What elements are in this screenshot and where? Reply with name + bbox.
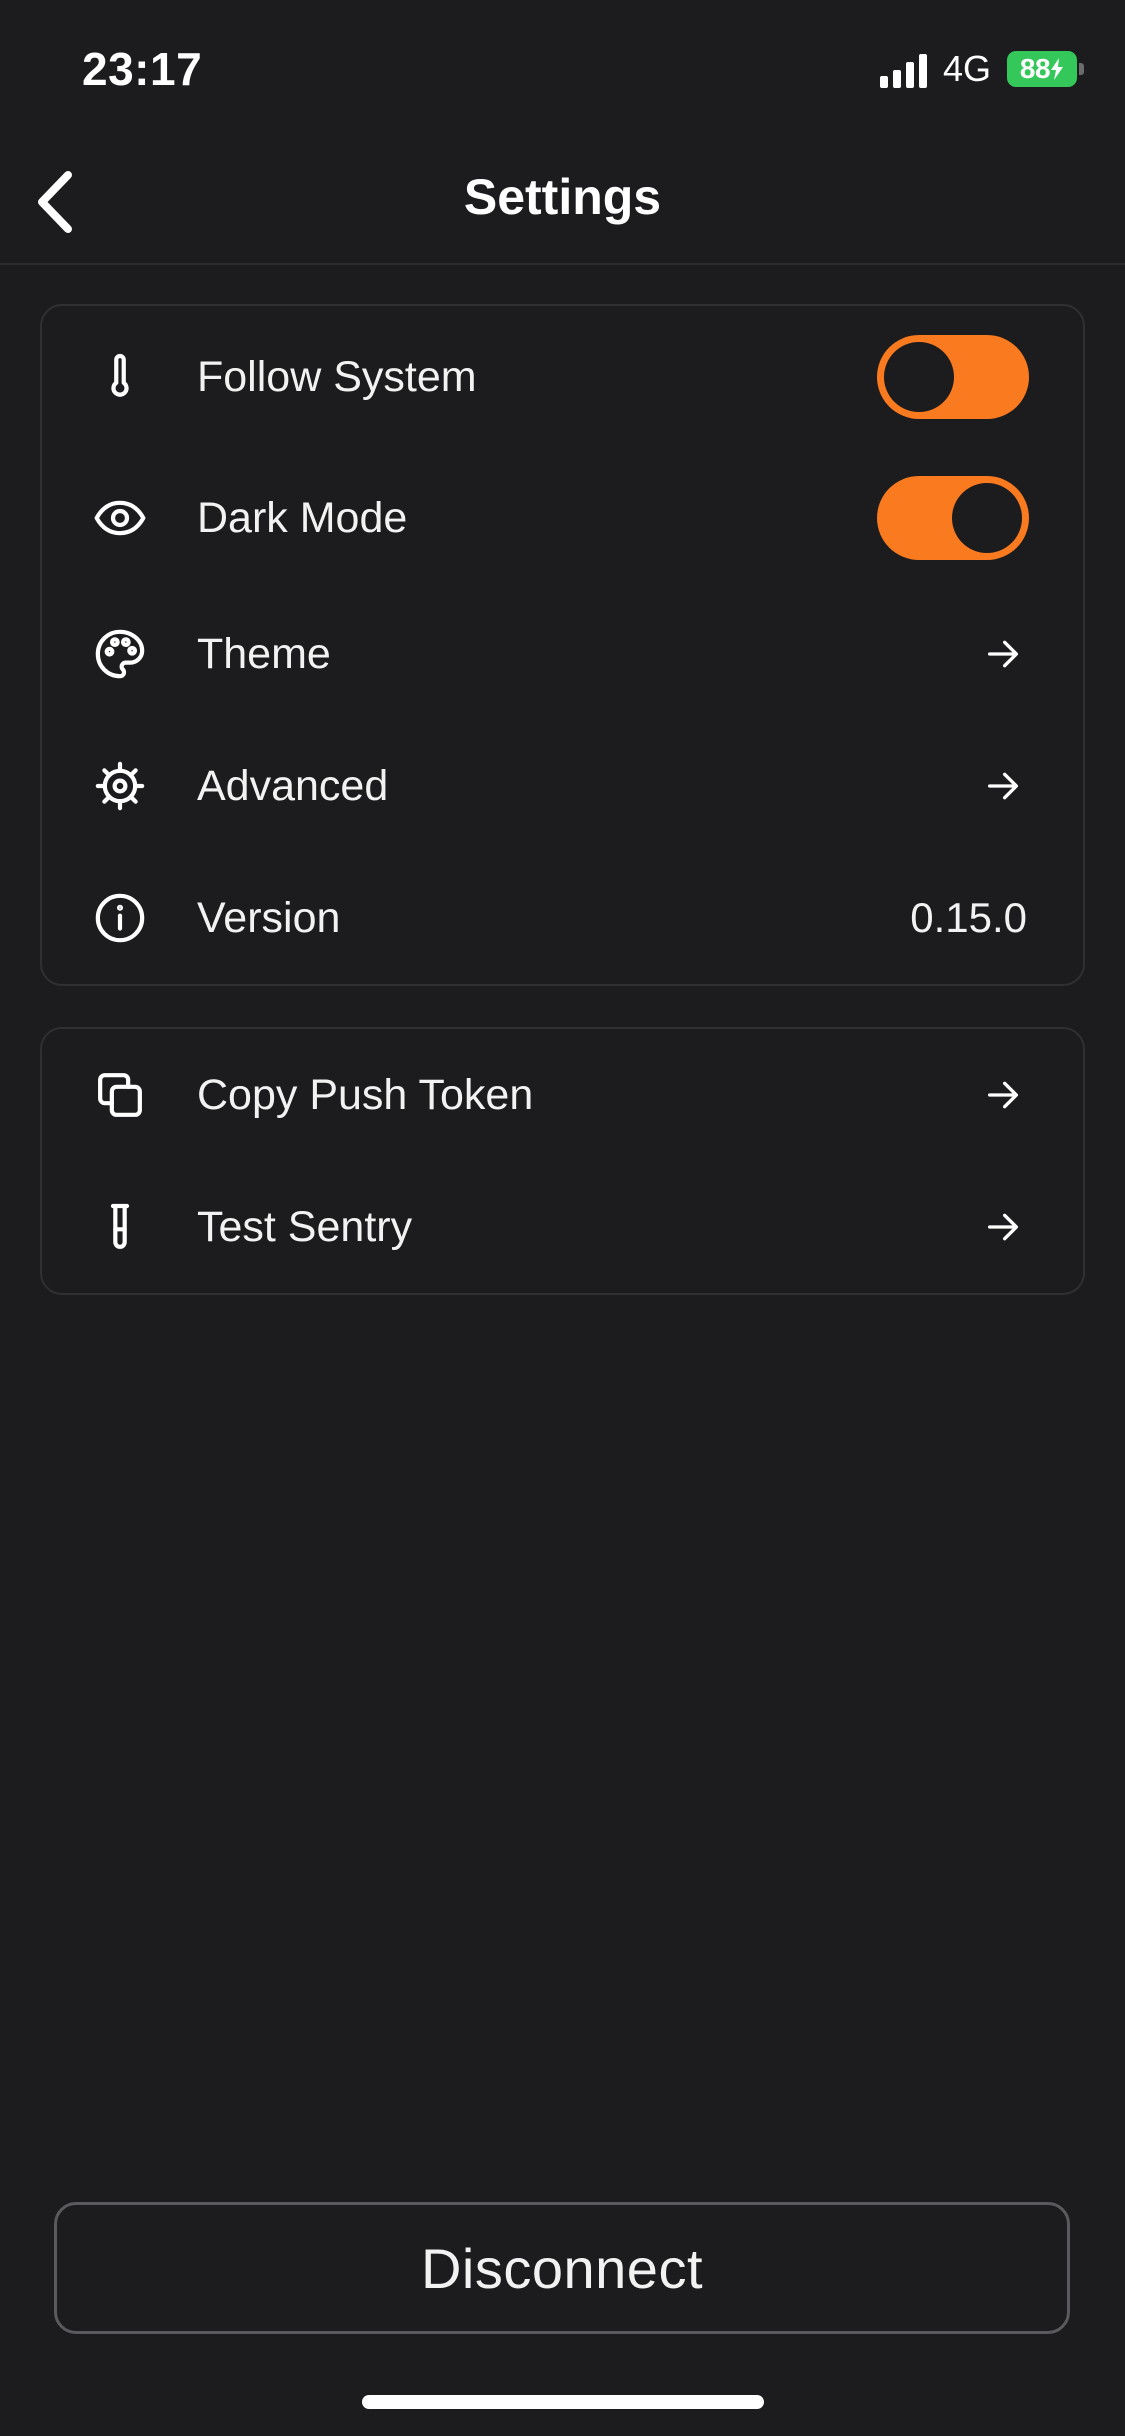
disconnect-button[interactable]: Disconnect: [54, 2202, 1070, 2334]
advanced-row[interactable]: Advanced: [42, 726, 1083, 846]
info-icon: [92, 890, 148, 946]
navigation-bar: Settings: [0, 140, 1125, 265]
version-row: Version 0.15.0: [42, 858, 1083, 978]
arrow-right-icon: [979, 1203, 1027, 1251]
status-indicators: 4G 88: [879, 48, 1084, 90]
advanced-label: Advanced: [197, 761, 389, 810]
page-title: Settings: [463, 169, 662, 225]
version-value: 0.15.0: [910, 894, 1027, 941]
test-sentry-row[interactable]: Test Sentry: [42, 1167, 1083, 1287]
battery-icon: 88: [1007, 51, 1084, 87]
gear-icon: [92, 758, 148, 814]
settings-screen: 23:17 4G 88 Settings Follow System Dark …: [0, 0, 1125, 2436]
copy-push-token-label: Copy Push Token: [197, 1070, 534, 1119]
dark-mode-row: Dark Mode: [42, 458, 1083, 578]
theme-row[interactable]: Theme: [42, 594, 1083, 714]
version-label: Version: [197, 893, 341, 942]
developer-group: Copy Push Token Test Sentry: [40, 1027, 1085, 1295]
dark-mode-label: Dark Mode: [197, 493, 408, 542]
network-type: 4G: [942, 48, 991, 89]
palette-icon: [92, 626, 148, 682]
arrow-right-icon: [979, 630, 1027, 678]
test-sentry-label: Test Sentry: [197, 1202, 413, 1251]
battery-level: 88: [1019, 53, 1051, 84]
follow-system-label: Follow System: [197, 352, 477, 401]
charging-bolt-icon: [1051, 58, 1064, 80]
dark-mode-toggle[interactable]: [877, 476, 1029, 560]
signal-icon: [879, 50, 927, 88]
follow-system-toggle[interactable]: [877, 335, 1029, 419]
status-bar: 23:17 4G 88: [0, 0, 1125, 140]
thermometer-icon: [92, 349, 148, 405]
arrow-right-icon: [979, 1071, 1027, 1119]
copy-push-token-row[interactable]: Copy Push Token: [42, 1035, 1083, 1155]
theme-label: Theme: [197, 629, 331, 678]
status-time: 23:17: [82, 43, 203, 95]
copy-icon: [92, 1067, 148, 1123]
arrow-right-icon: [979, 762, 1027, 810]
home-indicator: [362, 2395, 764, 2409]
follow-system-row: Follow System: [42, 317, 1083, 437]
eye-icon: [92, 490, 148, 546]
test-tube-icon: [92, 1199, 148, 1255]
settings-group: Follow System Dark Mode Theme Advanced V…: [40, 304, 1085, 986]
